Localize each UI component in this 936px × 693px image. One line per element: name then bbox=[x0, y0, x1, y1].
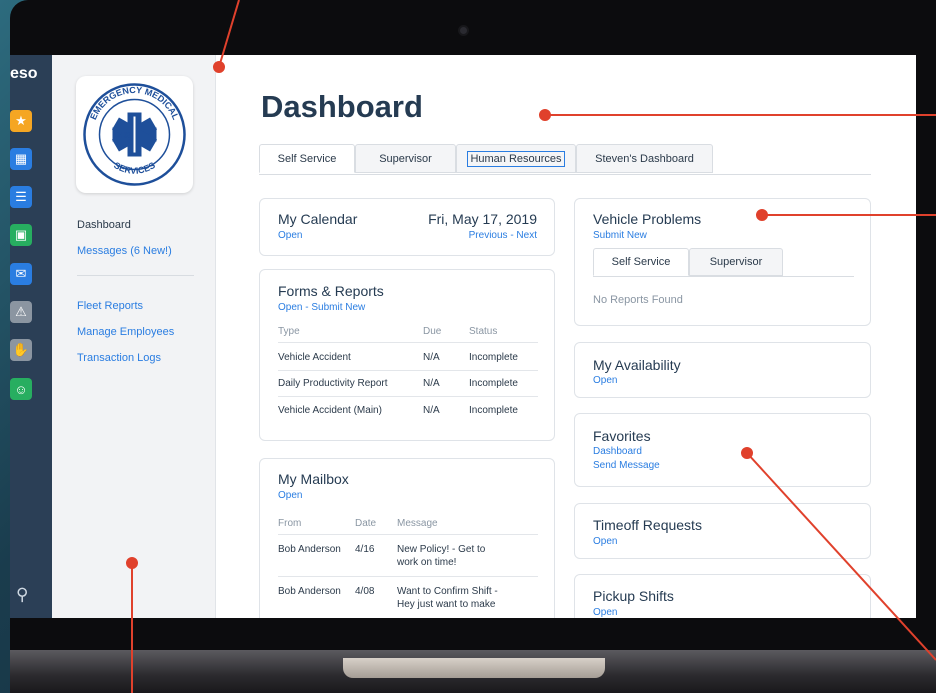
pickup-open-link[interactable]: Open bbox=[593, 607, 617, 618]
brand-logo: eso bbox=[10, 65, 38, 82]
svg-text:IDHS: IDHS bbox=[112, 131, 132, 140]
mail-icon[interactable]: ✉ bbox=[10, 263, 32, 285]
forms-row-status: Incomplete bbox=[469, 405, 518, 416]
tab-self-service[interactable]: Self Service bbox=[259, 144, 355, 173]
forms-header-status: Status bbox=[469, 326, 498, 337]
mailbox-row-message-cont: Hey just want to make bbox=[397, 599, 496, 610]
calendar-date: Fri, May 17, 2019 bbox=[428, 211, 537, 227]
icon-rail: eso ★ ▦ ☰ ▣ ✉ ⚠ ✋ ☺ ⚲ bbox=[10, 55, 52, 618]
mailbox-row-date: 4/08 bbox=[355, 586, 375, 597]
favorites-title: Favorites bbox=[593, 428, 651, 444]
pickup-title: Pickup Shifts bbox=[593, 588, 674, 604]
calendar-title: My Calendar bbox=[278, 211, 358, 227]
vehicle-title: Vehicle Problems bbox=[593, 211, 702, 227]
forms-row-due: N/A bbox=[423, 405, 440, 416]
forms-card: Forms & Reports Open - Submit New Type D… bbox=[259, 269, 555, 441]
mailbox-header-date: Date bbox=[355, 518, 377, 529]
page-title: Dashboard bbox=[261, 89, 423, 124]
tab-human-resources[interactable]: Human Resources bbox=[456, 144, 576, 173]
nav-dashboard[interactable]: Dashboard bbox=[77, 219, 131, 231]
mailbox-card: My Mailbox Open From Date Message Bob An… bbox=[259, 458, 555, 618]
favorites-link-dashboard[interactable]: Dashboard bbox=[593, 446, 642, 457]
mailbox-header-message: Message bbox=[397, 518, 438, 529]
tab-supervisor[interactable]: Supervisor bbox=[355, 144, 456, 173]
vehicle-empty-text: No Reports Found bbox=[593, 294, 683, 306]
vehicle-tab-self-service[interactable]: Self Service bbox=[593, 248, 689, 276]
mailbox-title: My Mailbox bbox=[278, 471, 349, 487]
main-content: Dashboard Self Service Supervisor Human … bbox=[215, 55, 916, 618]
forms-links[interactable]: Open - Submit New bbox=[278, 302, 365, 313]
mailbox-row-message[interactable]: Want to Confirm Shift - bbox=[397, 586, 498, 597]
camera-icon bbox=[460, 27, 467, 34]
calendar-open-link[interactable]: Open bbox=[278, 230, 302, 241]
timeoff-open-link[interactable]: Open bbox=[593, 536, 617, 547]
vehicle-problems-card: Vehicle Problems Submit New Self Service… bbox=[574, 198, 871, 326]
calendar-icon[interactable]: ▦ bbox=[10, 148, 32, 170]
nav-manage-employees[interactable]: Manage Employees bbox=[77, 326, 174, 338]
mailbox-row-message[interactable]: New Policy! - Get to bbox=[397, 544, 485, 555]
row-divider bbox=[278, 576, 538, 577]
favorites-link-send-message[interactable]: Send Message bbox=[593, 460, 660, 471]
row-divider bbox=[278, 342, 538, 343]
forms-row-due: N/A bbox=[423, 352, 440, 363]
row-divider bbox=[278, 396, 538, 397]
tab-stevens-dashboard[interactable]: Steven's Dashboard bbox=[576, 144, 713, 173]
tab-human-resources-label: Human Resources bbox=[467, 150, 565, 167]
search-icon[interactable]: ⚲ bbox=[16, 585, 28, 605]
badge-icon[interactable]: ▣ bbox=[10, 224, 32, 246]
pickup-card: Pickup Shifts Open bbox=[574, 574, 871, 618]
mailbox-row-message-cont: work on time! bbox=[397, 557, 457, 568]
mailbox-open-link[interactable]: Open bbox=[278, 490, 302, 501]
star-icon[interactable]: ★ bbox=[10, 110, 32, 132]
mailbox-header-from: From bbox=[278, 518, 302, 529]
availability-title: My Availability bbox=[593, 357, 681, 373]
forms-row-type[interactable]: Daily Productivity Report bbox=[278, 378, 387, 389]
timeoff-card: Timeoff Requests Open bbox=[574, 503, 871, 559]
forms-header-type: Type bbox=[278, 326, 300, 337]
forms-row-type[interactable]: Vehicle Accident (Main) bbox=[278, 405, 382, 416]
checklist-icon[interactable]: ☰ bbox=[10, 186, 32, 208]
ems-logo: EMERGENCY MEDICAL SERVICES IDHS bbox=[76, 76, 193, 193]
availability-card: My Availability Open bbox=[574, 342, 871, 398]
calendar-card: My Calendar Open Fri, May 17, 2019 Previ… bbox=[259, 198, 555, 256]
forms-row-type[interactable]: Vehicle Accident bbox=[278, 352, 351, 363]
forms-row-status: Incomplete bbox=[469, 352, 518, 363]
mailbox-row-from[interactable]: Bob Anderson bbox=[278, 586, 341, 597]
app-screen: eso ★ ▦ ☰ ▣ ✉ ⚠ ✋ ☺ ⚲ EMERGENCY MEDICAL … bbox=[10, 55, 916, 618]
ems-seal-icon: EMERGENCY MEDICAL SERVICES IDHS bbox=[83, 83, 186, 186]
vehicle-submit-link[interactable]: Submit New bbox=[593, 230, 647, 241]
row-divider bbox=[278, 370, 538, 371]
forms-title: Forms & Reports bbox=[278, 283, 384, 299]
nav-divider bbox=[77, 275, 194, 276]
dashboard-tabs: Self Service Supervisor Human Resources … bbox=[259, 144, 871, 175]
laptop-hinge bbox=[10, 618, 936, 652]
mailbox-row-from[interactable]: Bob Anderson bbox=[278, 544, 341, 555]
forms-header-due: Due bbox=[423, 326, 442, 337]
laptop-notch bbox=[343, 658, 605, 678]
warning-icon[interactable]: ⚠ bbox=[10, 301, 32, 323]
mailbox-row-date: 4/16 bbox=[355, 544, 375, 555]
forms-row-due: N/A bbox=[423, 378, 440, 389]
row-divider bbox=[278, 534, 538, 535]
favorites-card: Favorites Dashboard Send Message bbox=[574, 413, 871, 487]
laptop: eso ★ ▦ ☰ ▣ ✉ ⚠ ✋ ☺ ⚲ EMERGENCY MEDICAL … bbox=[10, 0, 936, 693]
availability-open-link[interactable]: Open bbox=[593, 375, 617, 386]
vehicle-tabs: Self Service Supervisor bbox=[593, 248, 854, 277]
timeoff-title: Timeoff Requests bbox=[593, 517, 702, 533]
calendar-nav-link[interactable]: Previous - Next bbox=[469, 230, 537, 241]
forms-row-status: Incomplete bbox=[469, 378, 518, 389]
vehicle-tab-supervisor[interactable]: Supervisor bbox=[689, 248, 783, 276]
person-icon[interactable]: ☺ bbox=[10, 378, 32, 400]
nav-messages[interactable]: Messages (6 New!) bbox=[77, 245, 172, 257]
hand-icon[interactable]: ✋ bbox=[10, 339, 32, 361]
nav-fleet-reports[interactable]: Fleet Reports bbox=[77, 300, 143, 312]
nav-transaction-logs[interactable]: Transaction Logs bbox=[77, 352, 161, 364]
sidebar: EMERGENCY MEDICAL SERVICES IDHS Dashboar… bbox=[52, 55, 216, 618]
